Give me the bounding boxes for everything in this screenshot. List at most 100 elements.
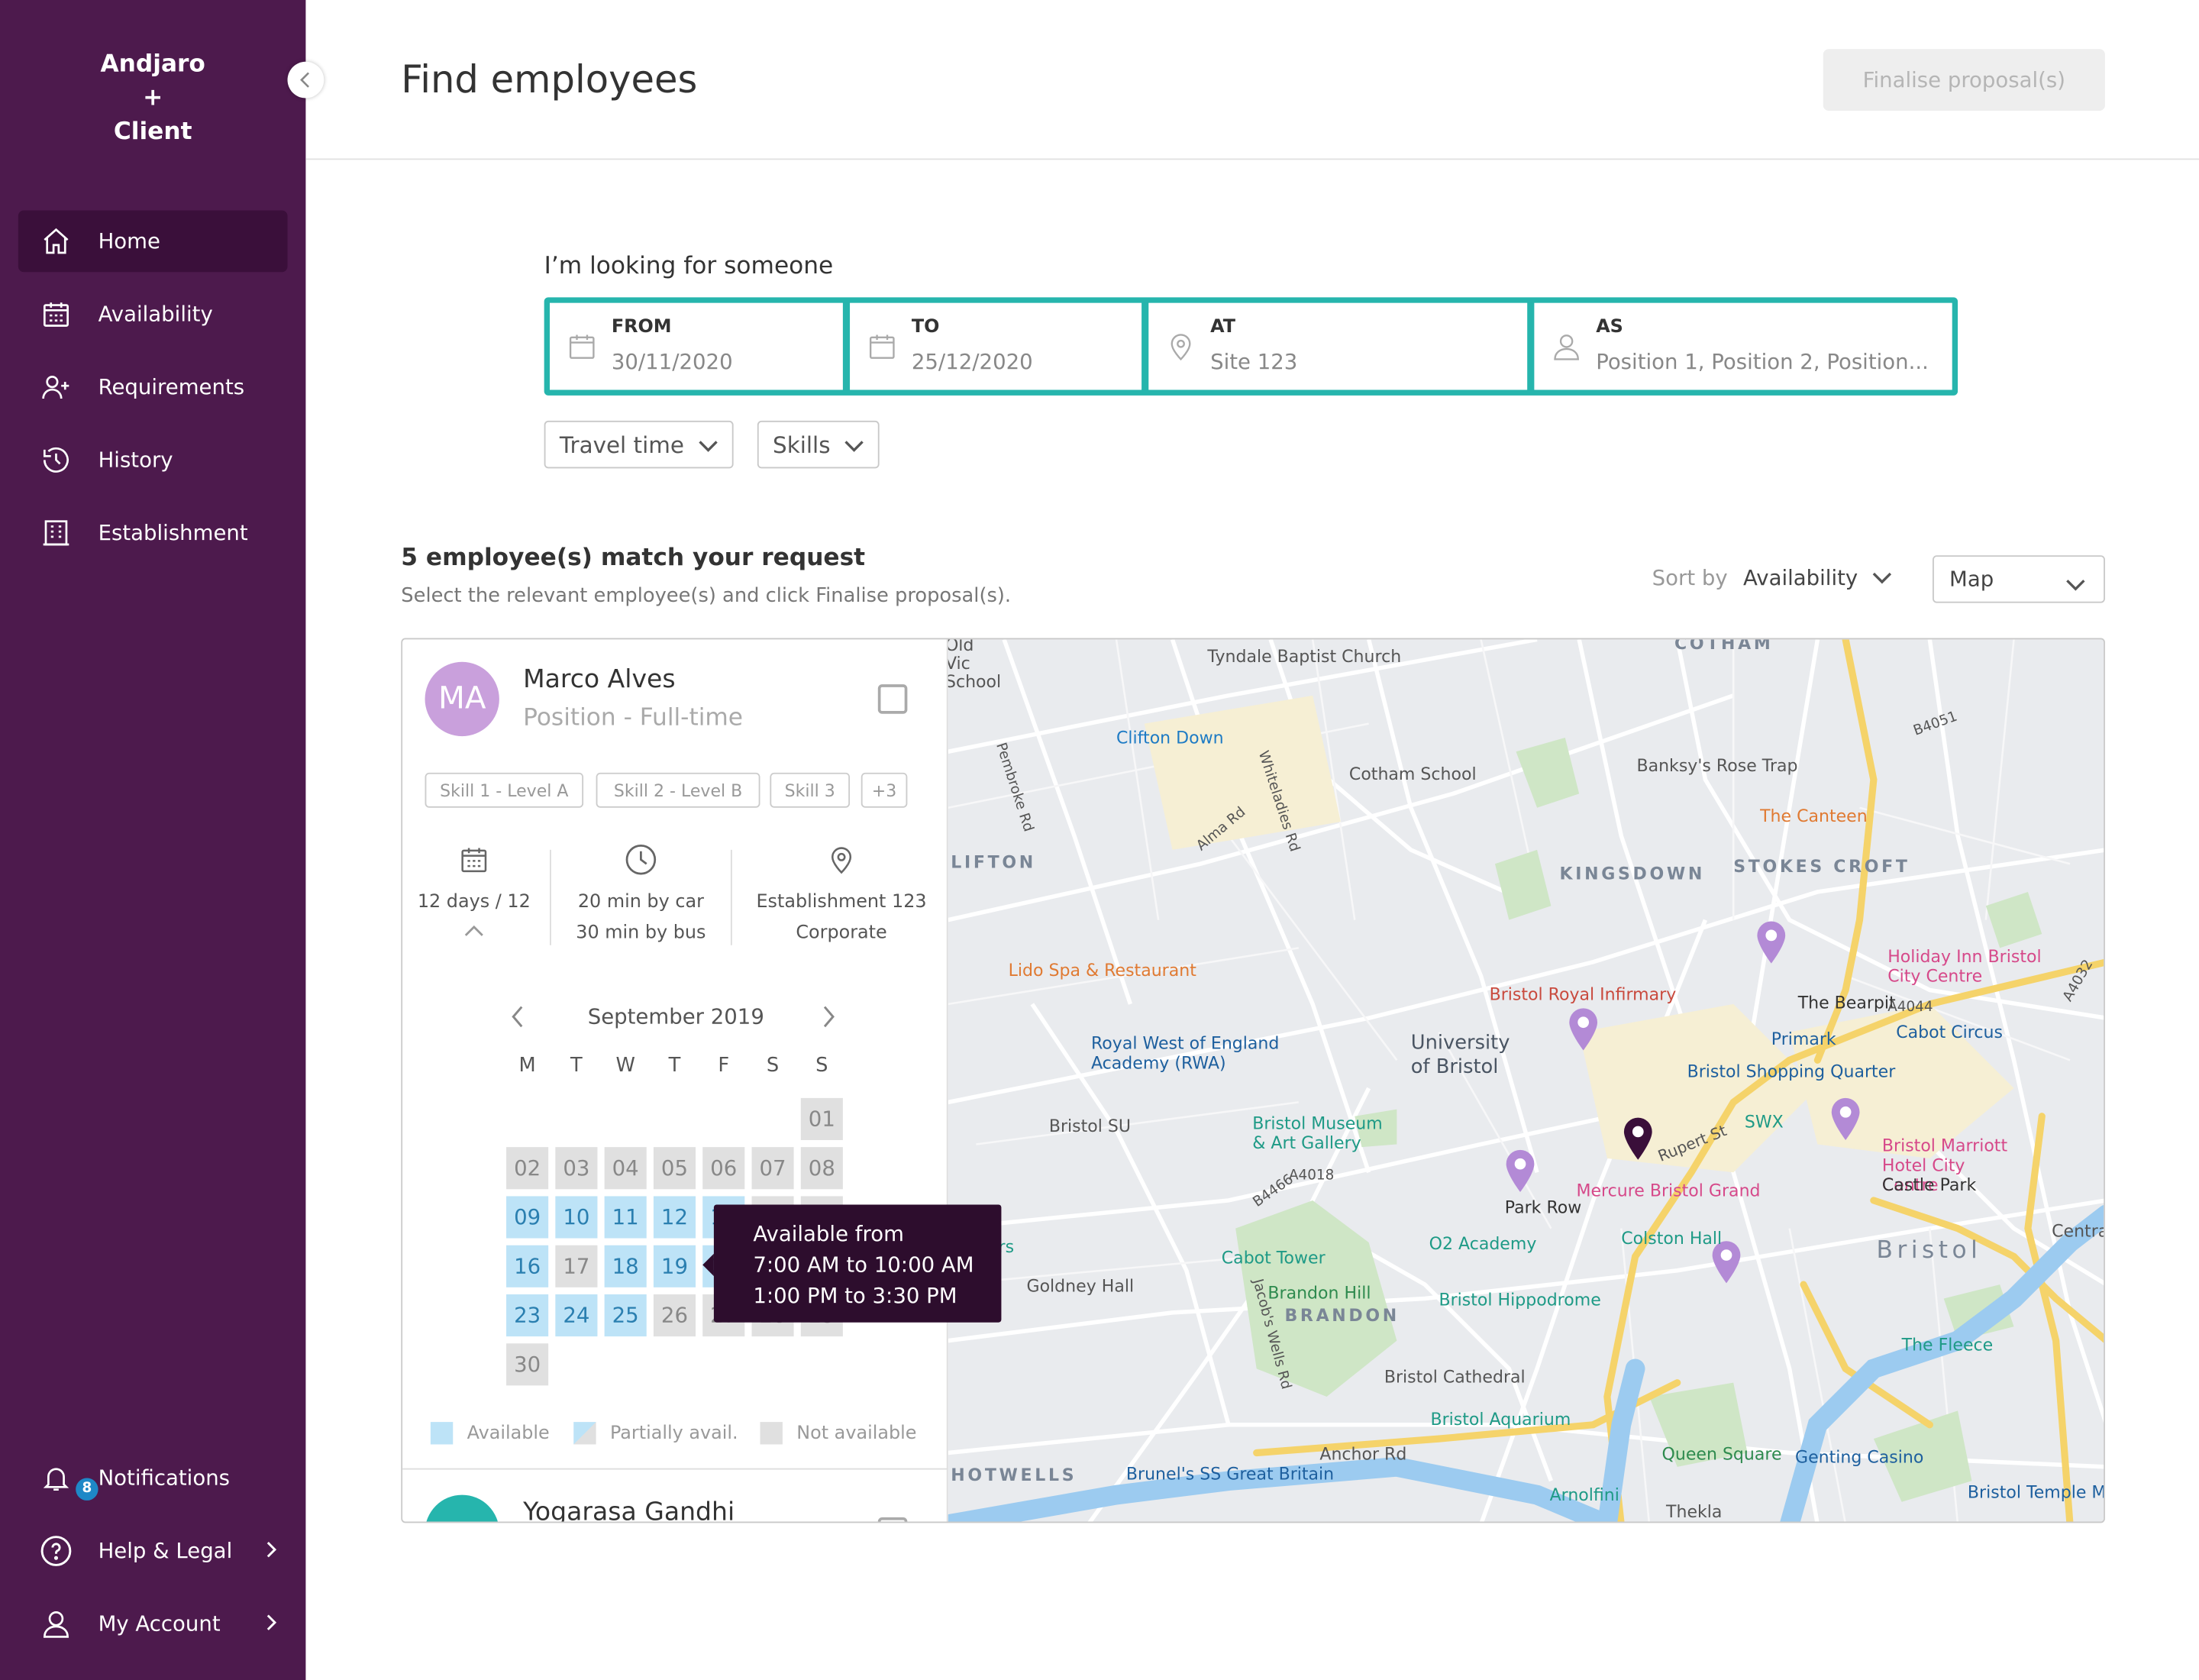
calendar-day[interactable]: 18: [604, 1245, 647, 1287]
skills-label: Skills: [773, 431, 831, 458]
select-employee-checkbox[interactable]: [877, 684, 908, 714]
calendar-day[interactable]: 09: [506, 1196, 549, 1239]
calendar-day[interactable]: 23: [506, 1294, 549, 1337]
from-date-field[interactable]: FROM 30/11/2020: [549, 302, 843, 390]
sidebar-item-account[interactable]: My Account: [18, 1593, 288, 1655]
sidebar-item-availability[interactable]: Availability: [18, 283, 288, 345]
employee-pin[interactable]: [1565, 1007, 1602, 1052]
skills-filter[interactable]: Skills: [757, 420, 880, 469]
travel-car: 20 min by car: [577, 891, 704, 913]
map-label: The Fleece: [1901, 1335, 1994, 1355]
sidebar-item-establishment[interactable]: Establishment: [18, 502, 288, 564]
calendar-day[interactable]: 04: [604, 1147, 647, 1190]
calendar-day[interactable]: 24: [555, 1294, 598, 1337]
notification-count-badge: 8: [76, 1478, 98, 1501]
sidebar-item-notifications[interactable]: 8 Notifications: [18, 1447, 288, 1509]
sidebar-item-label: Notifications: [98, 1465, 231, 1491]
map-label: Bristol Royal Infirmary: [1489, 984, 1677, 1004]
finalise-proposals-button[interactable]: Finalise proposal(s): [1823, 49, 2105, 111]
search-bar: FROM 30/11/2020 TO 25/12/2020 AT Site 12…: [544, 297, 1958, 396]
employee-card[interactable]: MA Marco Alves Position - Full-time Skil…: [402, 639, 948, 1522]
calendar-day[interactable]: 11: [604, 1196, 647, 1239]
sidebar-item-requirements[interactable]: Requirements: [18, 356, 288, 418]
more-skills-tag[interactable]: +3: [861, 772, 908, 808]
location-pin-icon: [739, 843, 944, 888]
travel-time-filter[interactable]: Travel time: [544, 420, 734, 469]
calendar-day[interactable]: 16: [506, 1245, 549, 1287]
chevron-up-icon[interactable]: [414, 919, 534, 949]
calendar-day[interactable]: 26: [653, 1294, 696, 1337]
user-icon: [38, 1606, 75, 1643]
user-icon: [1551, 331, 1587, 367]
chevron-right-icon: [262, 1539, 279, 1565]
selected-employee-pin[interactable]: [1619, 1116, 1656, 1161]
map-label: Tyndale Baptist Church: [1207, 646, 1402, 667]
employee-pin[interactable]: [1753, 920, 1790, 965]
map-label: STOKES CROFT: [1733, 857, 1910, 877]
map-label: Bristol Hippodrome: [1439, 1290, 1601, 1310]
calendar-day[interactable]: 17: [555, 1245, 598, 1287]
prev-month-button[interactable]: [509, 1004, 526, 1035]
calendar-day[interactable]: 19: [653, 1245, 696, 1287]
sidebar-item-history[interactable]: History: [18, 429, 288, 491]
header-divider: [305, 158, 2199, 160]
chevron-down-icon: [844, 431, 864, 458]
map-label: Brandon Hill: [1267, 1283, 1371, 1304]
calendar-icon: [867, 331, 903, 367]
calendar-day[interactable]: 03: [555, 1147, 598, 1190]
stat-divider: [730, 849, 732, 945]
sort-dropdown[interactable]: Availability: [1743, 565, 1891, 590]
employee-pin[interactable]: [1502, 1149, 1539, 1194]
map-label: Colston Hall: [1621, 1228, 1723, 1249]
calendar-day[interactable]: 05: [653, 1147, 696, 1190]
calendar-day[interactable]: 12: [653, 1196, 696, 1239]
position-field[interactable]: AS Position 1, Position 2, Position...: [1534, 302, 1952, 390]
chevron-down-icon: [1872, 565, 1892, 590]
home-icon: [38, 223, 75, 260]
map-label: The Bearpit: [1797, 993, 1896, 1013]
map-label: LIFTON: [951, 852, 1036, 873]
calendar-day[interactable]: 06: [702, 1147, 745, 1190]
results-subtitle: Select the relevant employee(s) and clic…: [401, 584, 1012, 608]
calendar-day[interactable]: 08: [800, 1147, 843, 1190]
employee-card[interactable]: Yogarasa Gandhi: [402, 1468, 948, 1522]
weekday-header: T: [668, 1054, 681, 1077]
calendar-icon: [414, 843, 534, 888]
map-label: Holiday Inn Bristol City Centre: [1887, 946, 2042, 986]
site-field[interactable]: AT Site 123: [1148, 302, 1528, 390]
sidebar-item-label: Home: [98, 228, 160, 254]
to-date-field[interactable]: TO 25/12/2020: [850, 302, 1142, 390]
map-label: A4044: [1887, 1000, 1933, 1016]
select-employee-checkbox[interactable]: [877, 1517, 908, 1522]
chevron-down-icon: [2066, 572, 2086, 597]
add-user-icon: [38, 369, 75, 405]
view-value: Map: [1949, 566, 1994, 592]
sidebar-item-help[interactable]: Help & Legal: [18, 1520, 288, 1582]
legend-label: Available: [467, 1423, 550, 1444]
calendar-day[interactable]: 01: [800, 1097, 843, 1140]
calendar-day[interactable]: 25: [604, 1294, 647, 1337]
view-select[interactable]: Map: [1933, 555, 2105, 603]
calendar-day[interactable]: 07: [751, 1147, 794, 1190]
next-month-button[interactable]: [820, 1004, 837, 1035]
calendar-day[interactable]: 30: [506, 1343, 549, 1386]
sidebar: Andjaro + Client Home Availability Requi…: [0, 0, 306, 1680]
skill-tag: Skill 1 - Level A: [425, 772, 584, 808]
map-label: KINGSDOWN: [1559, 864, 1706, 884]
sidebar-item-label: Establishment: [98, 520, 248, 546]
map[interactable]: Tyndale Baptist Church Clifton Down Coth…: [948, 639, 2105, 1522]
calendar-icon: [567, 331, 603, 367]
calendar-day[interactable]: 10: [555, 1196, 598, 1239]
map-label: Old Vic School: [948, 639, 1002, 692]
chevron-left-icon: [299, 66, 312, 93]
map-label: Primark: [1771, 1029, 1836, 1049]
map-label: Centra: [2052, 1221, 2105, 1242]
employee-pin[interactable]: [1827, 1097, 1864, 1142]
calendar-day[interactable]: 02: [506, 1147, 549, 1190]
skill-tag: Skill 3: [770, 772, 851, 808]
tooltip-arrow: [702, 1253, 714, 1277]
sidebar-item-label: Requirements: [98, 374, 245, 400]
map-label: Bristol: [1876, 1236, 1982, 1265]
sidebar-item-home[interactable]: Home: [18, 210, 288, 273]
collapse-sidebar-button[interactable]: [287, 61, 325, 99]
